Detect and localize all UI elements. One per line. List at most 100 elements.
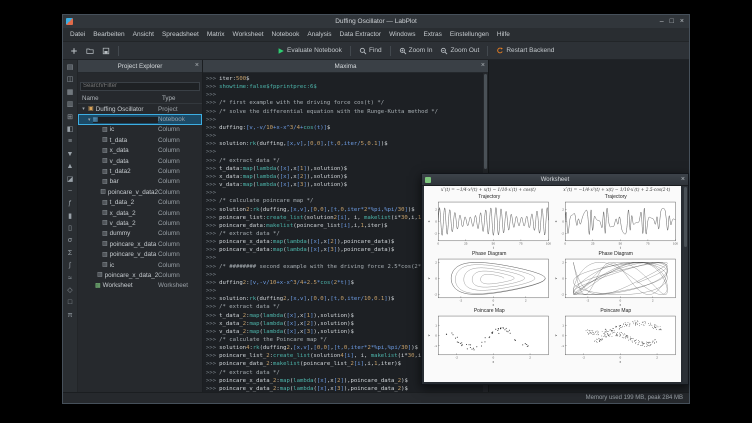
titlebar[interactable]: Duffing Oscillator — LabPlot – □ × — [63, 15, 689, 28]
tree-row-maxima[interactable]: ▾▦MaximaNotebook — [78, 114, 202, 125]
menu-item-notebook[interactable]: Notebook — [268, 28, 304, 41]
notebook-header[interactable]: Maxima × — [203, 60, 488, 73]
menu-item-worksheet[interactable]: Worksheet — [229, 28, 268, 41]
menu-item-bearbeiten[interactable]: Bearbeiten — [89, 28, 128, 41]
column-header-type[interactable]: Type — [162, 95, 175, 102]
code-line[interactable]: >>> duffing:[v,-v/10+x-x^3/4+cos(t)]$ — [206, 124, 482, 132]
tree-row-v-data[interactable]: ▥ v_data Column — [78, 156, 202, 166]
tree-row-v-data-2[interactable]: ▥ v_data_2 Column — [78, 218, 202, 228]
tree-row-poincare-v-data2[interactable]: ▥ poincare_v_data2 Column — [78, 187, 202, 197]
tree-row-ic[interactable]: ▥ ic Column — [78, 260, 202, 270]
close-button[interactable]: × — [680, 15, 684, 28]
tree-row-poincare-x-data[interactable]: ▥ poincare_x_data Column — [78, 239, 202, 249]
code-text: poincare_list:create_list(solution2[i], … — [219, 214, 448, 221]
tree-row-x-data[interactable]: ▥ x_data Column — [78, 146, 202, 156]
code-line[interactable]: >>> — [206, 148, 482, 156]
integral-icon[interactable]: ∫ — [66, 261, 75, 270]
tree-row-t-data-2[interactable]: ▥ t_data_2 Column — [78, 198, 202, 208]
code-line[interactable]: >>>/* extract data */ — [206, 157, 482, 165]
equation-curve-icon[interactable]: ƒ — [66, 199, 75, 208]
new-project-button[interactable] — [67, 46, 81, 56]
import-data-icon[interactable]: ▼ — [66, 150, 75, 159]
menu-item-hilfe[interactable]: Hilfe — [493, 28, 514, 41]
menu-item-windows[interactable]: Windows — [385, 28, 419, 41]
box-plot-icon[interactable]: ▯ — [66, 224, 75, 233]
code-line[interactable]: >>> poincare_v_data_2:map(lambda([x],x[3]… — [206, 385, 482, 392]
new-worksheet-icon[interactable]: ◧ — [66, 125, 75, 134]
tree-row-t-data2[interactable]: ▥ t_data2 Column — [78, 166, 202, 176]
new-plot-icon[interactable]: ◪ — [66, 175, 75, 184]
tree-row-bar[interactable]: ▥ bar Column — [78, 177, 202, 187]
fit-curve-icon[interactable]: σ — [66, 236, 75, 245]
tree-row-worksheet[interactable]: ▩ Worksheet Worksheet — [78, 281, 202, 291]
minimize-button[interactable]: – — [660, 15, 664, 28]
tree-row-poincare-v-data[interactable]: ▥ poincare_v_data Column — [78, 249, 202, 259]
notes-icon[interactable]: □ — [66, 298, 75, 307]
new-spreadsheet-icon[interactable]: ▥ — [66, 100, 75, 109]
code-line[interactable]: >>> — [206, 91, 482, 99]
plot-poincare-map-2[interactable]: Poincare Map -2 0 2 -1 0 1 v x — [554, 308, 679, 364]
code-line[interactable]: >>>/* first example with the driving for… — [206, 99, 482, 107]
new-folder-icon[interactable]: ◫ — [66, 75, 75, 84]
info-element-icon[interactable]: π — [66, 311, 75, 320]
menu-item-spreadsheet[interactable]: Spreadsheet — [158, 28, 203, 41]
new-matrix-icon[interactable]: ⊞ — [66, 113, 75, 122]
close-icon[interactable]: × — [481, 60, 485, 72]
plot-phase-diagram-1[interactable]: Phase Diagram -2 0 2 -2 0 2 v x — [427, 251, 552, 307]
open-project-button[interactable] — [83, 46, 97, 56]
menu-item-datei[interactable]: Datei — [66, 28, 89, 41]
close-icon[interactable]: × — [195, 60, 199, 72]
tree-row-ic[interactable]: ▥ ic Column — [78, 125, 202, 135]
search-input[interactable] — [80, 81, 200, 91]
tree-row-dummy[interactable]: ▥ dummy Column — [78, 229, 202, 239]
code-line[interactable]: >>> showtime:false$fpprintprec:6$ — [206, 83, 482, 91]
project-explorer-icon[interactable]: ▤ — [66, 63, 75, 72]
close-icon[interactable]: × — [681, 174, 685, 185]
tree-row-duffing-oscillator[interactable]: ▾ ▣ Duffing Oscillator Project — [78, 104, 202, 114]
code-line[interactable]: >>> solution:rk(duffing,[x,v],[0,0],[t,0,… — [206, 140, 482, 148]
code-text: t_data:map(lambda([x],x[1]),solution)$ — [219, 165, 348, 172]
restart-backend-button[interactable]: Restart Backend — [493, 46, 557, 56]
plot-poincare-map-1[interactable]: Poincare Map -2 0 2 -1 0 1 v x — [427, 308, 552, 364]
code-line[interactable]: >>>/* solve the differential equation wi… — [206, 108, 482, 116]
tree-row-x-data-2[interactable]: ▥ x_data_2 Column — [78, 208, 202, 218]
zoom-out-button[interactable]: Zoom Out — [437, 46, 482, 56]
worksheet-scrollbar[interactable] — [683, 186, 687, 382]
zoom-in-button[interactable]: Zoom In — [396, 46, 436, 56]
smooth-icon[interactable]: ≈ — [66, 274, 75, 283]
save-project-button[interactable] — [99, 46, 113, 56]
tree-row-poincare-x-data-2[interactable]: ▥ poincare_x_data_2 Column — [78, 270, 202, 280]
find-button[interactable]: Find — [356, 46, 385, 56]
menu-item-einstellungen[interactable]: Einstellungen — [446, 28, 493, 41]
maximize-button[interactable]: □ — [670, 15, 674, 28]
export-data-icon[interactable]: ▲ — [66, 162, 75, 171]
menu-item-analysis[interactable]: Analysis — [303, 28, 335, 41]
code-line[interactable]: >>> t_data:map(lambda([x],x[1]),solution)… — [206, 165, 482, 173]
code-line[interactable]: >>> iter:500$ — [206, 75, 482, 83]
menu-item-matrix[interactable]: Matrix — [203, 28, 229, 41]
histogram-icon[interactable]: ▮ — [66, 212, 75, 221]
worksheet-titlebar[interactable]: Worksheet × — [422, 174, 688, 186]
evaluate-notebook-button[interactable]: Evaluate Notebook — [274, 46, 345, 56]
new-notebook-icon[interactable]: ≡ — [66, 137, 75, 146]
svg-text:100: 100 — [672, 242, 677, 246]
datapicker-icon[interactable]: ◇ — [66, 286, 75, 295]
new-workbook-icon[interactable]: ▦ — [66, 88, 75, 97]
plot-trajectory-2[interactable]: Trajectory 0 25 50 75 100 -2 0 2 x t — [554, 194, 679, 250]
scrollbar-thumb[interactable] — [484, 74, 487, 169]
project-explorer-header[interactable]: Project Explorer × — [78, 60, 202, 73]
svg-text:2: 2 — [435, 207, 437, 211]
menu-item-ansicht[interactable]: Ansicht — [129, 28, 158, 41]
code-line[interactable]: >>> — [206, 116, 482, 124]
menu-item-extras[interactable]: Extras — [419, 28, 445, 41]
scrollbar-thumb[interactable] — [683, 187, 687, 247]
tree-row-t-data[interactable]: ▥ t_data Column — [78, 135, 202, 145]
worksheet-window[interactable]: Worksheet × x″(t) = −1/4·x³(t) + x(t) − … — [421, 173, 689, 385]
plot-trajectory-1[interactable]: Trajectory 0 25 50 75 100 -2 0 2 x t — [427, 194, 552, 250]
plot-phase-diagram-2[interactable]: Phase Diagram -2 0 2 -2 0 2 v x — [554, 251, 679, 307]
xy-curve-icon[interactable]: ~ — [66, 187, 75, 196]
menu-item-data-extractor[interactable]: Data Extractor — [336, 28, 386, 41]
fourier-icon[interactable]: Σ — [66, 249, 75, 258]
column-header-name[interactable]: Name — [78, 95, 162, 102]
code-line[interactable]: >>> — [206, 132, 482, 140]
